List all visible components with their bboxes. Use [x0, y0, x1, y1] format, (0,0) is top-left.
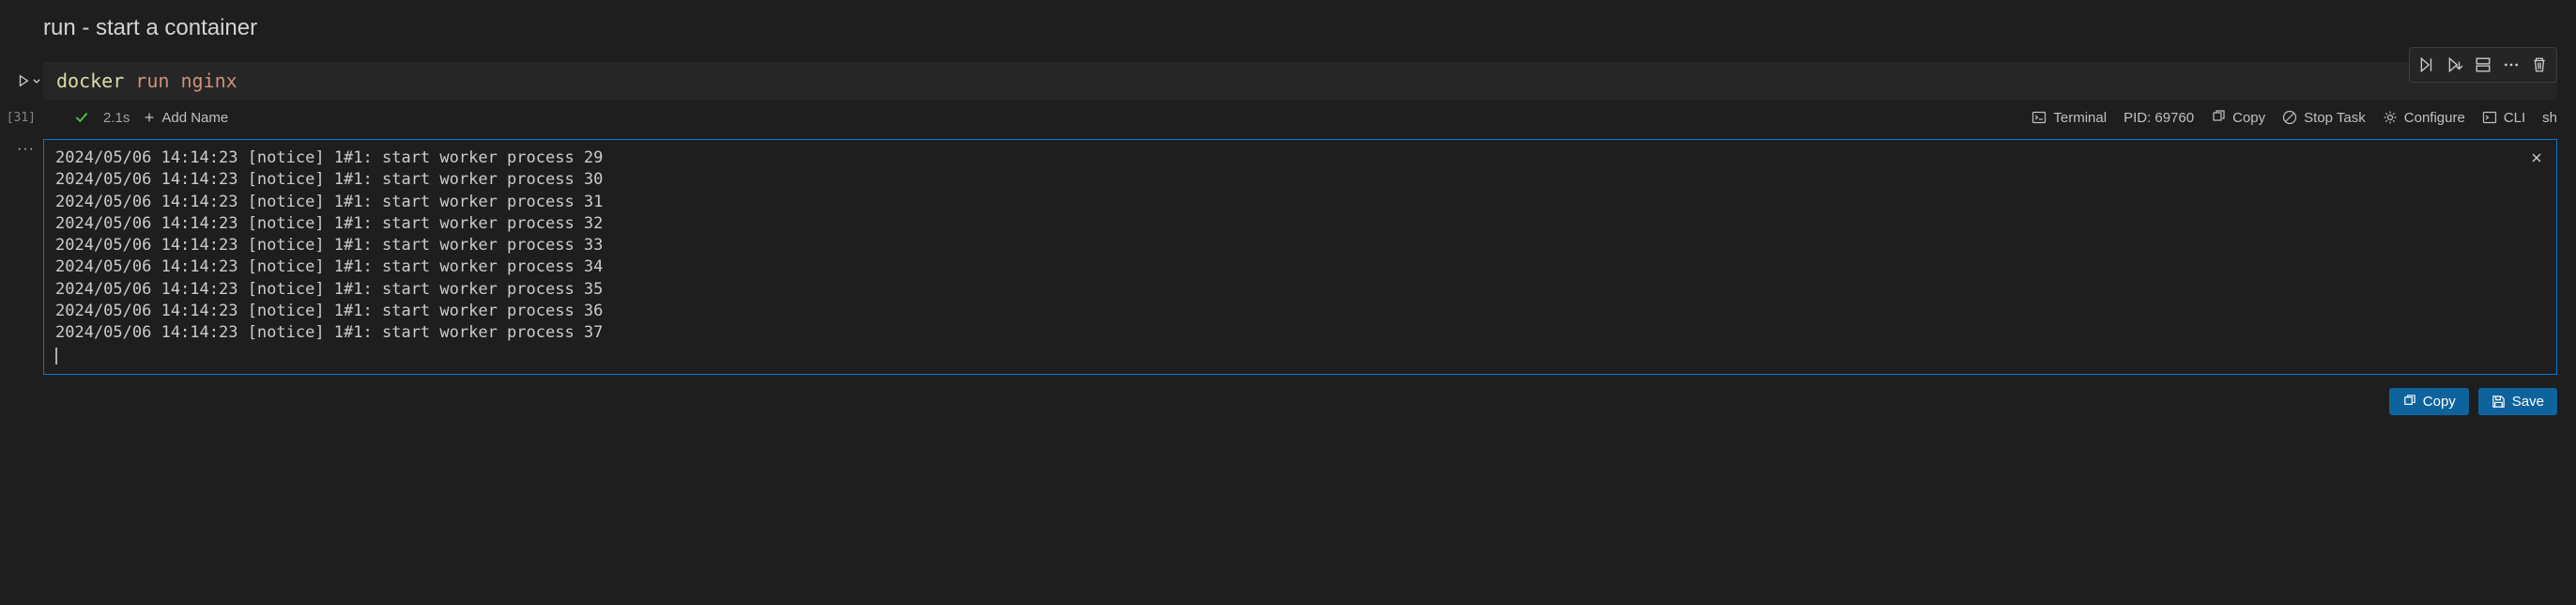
- cli-button[interactable]: CLI: [2482, 110, 2525, 126]
- output-line: 2024/05/06 14:14:23 [notice] 1#1: start …: [55, 192, 2545, 213]
- copy-button[interactable]: Copy: [2211, 110, 2265, 126]
- cli-label: CLI: [2504, 110, 2525, 126]
- cursor: [55, 348, 57, 365]
- configure-button[interactable]: Configure: [2383, 110, 2465, 126]
- add-name-button[interactable]: Add Name: [143, 110, 228, 126]
- output-line: 2024/05/06 14:14:23 [notice] 1#1: start …: [55, 147, 2545, 169]
- exec-timing: 2.1s: [103, 110, 130, 126]
- footer-buttons: Copy Save: [0, 375, 2576, 415]
- footer-save-label: Save: [2512, 394, 2544, 410]
- cell-toolbar: [2409, 47, 2557, 83]
- code-token-cmd: docker: [56, 70, 124, 92]
- page-title: run - start a container: [0, 0, 2576, 56]
- split-cell-icon[interactable]: [2469, 51, 2497, 79]
- stop-task-label: Stop Task: [2304, 110, 2366, 126]
- output-more-icon[interactable]: ···: [17, 141, 35, 158]
- stop-task-button[interactable]: Stop Task: [2282, 110, 2366, 126]
- output-line: 2024/05/06 14:14:23 [notice] 1#1: start …: [55, 256, 2545, 278]
- output-container: ··· 2024/05/06 14:14:23 [notice] 1#1: st…: [43, 139, 2557, 375]
- terminal-button[interactable]: Terminal: [2032, 110, 2107, 126]
- terminal-label: Terminal: [2053, 110, 2107, 126]
- output-line: 2024/05/06 14:14:23 [notice] 1#1: start …: [55, 301, 2545, 322]
- output-line: 2024/05/06 14:14:23 [notice] 1#1: start …: [55, 235, 2545, 256]
- status-row: [31] 2.1s Add Name Terminal PID: 69760 C…: [0, 105, 2576, 130]
- footer-save-button[interactable]: Save: [2478, 388, 2557, 415]
- sh-label[interactable]: sh: [2542, 110, 2557, 126]
- code-editor[interactable]: docker run nginx: [43, 62, 2557, 100]
- code-token-arg: nginx: [180, 70, 237, 92]
- configure-label: Configure: [2404, 110, 2465, 126]
- output-line: 2024/05/06 14:14:23 [notice] 1#1: start …: [55, 322, 2545, 344]
- close-output-icon[interactable]: [2525, 147, 2548, 169]
- status-right: Terminal PID: 69760 Copy Stop Task Confi…: [2032, 110, 2576, 126]
- cell-input-row: docker run nginx: [0, 56, 2576, 105]
- output-line: 2024/05/06 14:14:23 [notice] 1#1: start …: [55, 279, 2545, 301]
- exec-count: [31]: [0, 111, 43, 125]
- add-name-label: Add Name: [161, 110, 228, 126]
- footer-copy-label: Copy: [2423, 394, 2456, 410]
- copy-label: Copy: [2232, 110, 2265, 126]
- pid-label: PID: 69760: [2124, 110, 2194, 126]
- output-line: 2024/05/06 14:14:23 [notice] 1#1: start …: [55, 213, 2545, 235]
- footer-copy-button[interactable]: Copy: [2389, 388, 2469, 415]
- terminal-output[interactable]: 2024/05/06 14:14:23 [notice] 1#1: start …: [43, 139, 2557, 375]
- more-actions-icon[interactable]: [2497, 51, 2525, 79]
- status-left: 2.1s Add Name: [56, 109, 228, 126]
- success-icon: [73, 109, 90, 126]
- run-by-line-icon[interactable]: [2413, 51, 2441, 79]
- delete-cell-icon[interactable]: [2525, 51, 2553, 79]
- code-token-sub: run: [135, 70, 169, 92]
- run-cell-button[interactable]: [0, 74, 43, 87]
- execute-below-icon[interactable]: [2441, 51, 2469, 79]
- output-line: 2024/05/06 14:14:23 [notice] 1#1: start …: [55, 169, 2545, 191]
- cell-container: docker run nginx [31] 2.1s Add Name Term…: [0, 56, 2576, 415]
